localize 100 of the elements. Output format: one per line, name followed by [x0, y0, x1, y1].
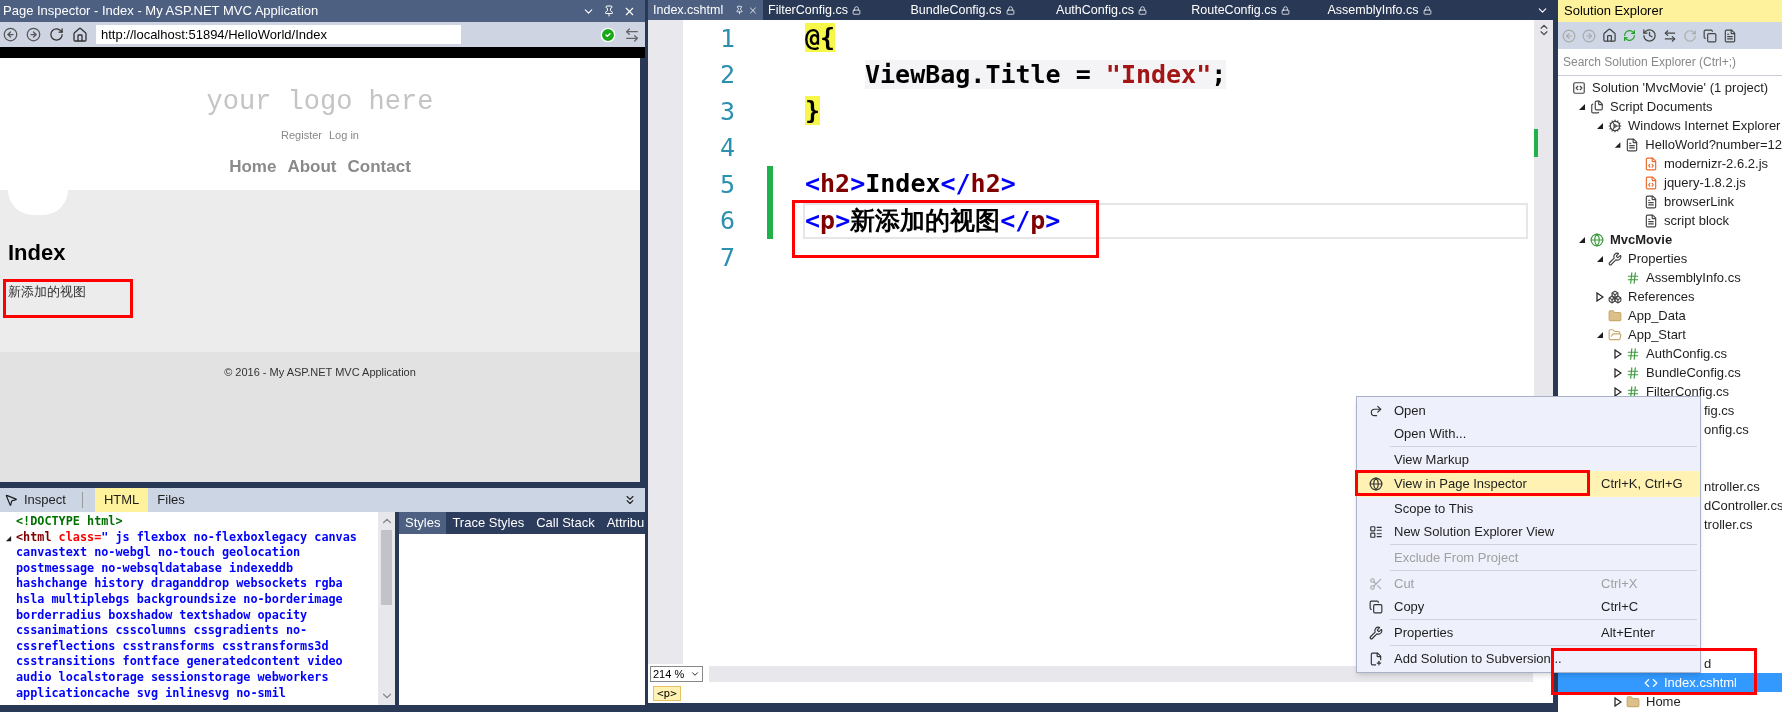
tree-item[interactable]: HelloWorld?number=12 [1558, 135, 1782, 154]
code-line: <p>新添加的视图</p> [805, 204, 1061, 237]
menu-item[interactable]: Open With... [1357, 422, 1700, 445]
expanded-arrow-icon[interactable] [1596, 254, 1604, 263]
tree-item[interactable]: Properties [1558, 249, 1782, 268]
document-icon [1644, 194, 1658, 209]
tree-item[interactable]: AuthConfig.cs [1558, 344, 1782, 363]
code-file-icon [1644, 156, 1658, 171]
blocks-icon [1608, 289, 1622, 304]
line-number: 4 [718, 132, 735, 164]
collapsed-arrow-icon[interactable] [1614, 696, 1622, 707]
expand-icon[interactable] [623, 493, 637, 507]
forward-icon[interactable] [26, 27, 41, 42]
code-line: canvastext no-webgl no-touch geolocation [16, 545, 301, 561]
tab[interactable]: HTML [94, 488, 149, 512]
lock-icon [1137, 5, 1147, 15]
tree-item[interactable]: BundleConfig.cs [1558, 363, 1782, 382]
home-icon[interactable] [72, 26, 88, 43]
tree-item[interactable]: MvcMovie [1558, 230, 1782, 249]
account-link[interactable]: Register [281, 127, 322, 144]
menu-item[interactable]: Scope to This [1357, 497, 1700, 520]
inspect-button[interactable]: Inspect [0, 490, 70, 510]
collapsed-arrow-icon[interactable] [1614, 348, 1622, 359]
caret-icon [690, 669, 700, 679]
account-link[interactable]: Log in [329, 127, 359, 144]
tree-item[interactable]: AssemblyInfo.cs [1558, 268, 1782, 287]
tree-item[interactable]: App_Data [1558, 306, 1782, 325]
swap-arrows-icon[interactable] [1663, 28, 1677, 43]
menu-item[interactable]: New Solution Explorer View [1357, 520, 1700, 543]
folder-icon [1608, 308, 1622, 323]
line-number: 5 [718, 168, 735, 201]
hash-icon [1626, 270, 1640, 285]
globe-icon [1590, 232, 1604, 247]
expanded-arrow-icon[interactable] [1578, 102, 1586, 111]
back-icon[interactable] [3, 27, 18, 42]
menu-item[interactable]: Open [1357, 399, 1700, 422]
line-number: 7 [718, 241, 735, 274]
tree-item[interactable]: FilterConfig.cs [1558, 382, 1782, 401]
check-icon[interactable] [600, 26, 616, 43]
tab[interactable]: Call Stack [530, 512, 601, 534]
tree-item[interactable]: Solution 'MvcMovie' (1 project) [1558, 78, 1782, 97]
code-line: postmessage no-websqldatabase indexeddb [16, 560, 293, 577]
hash-icon [1626, 346, 1640, 361]
files-icon [1590, 99, 1604, 114]
code-file-icon [1644, 175, 1658, 190]
tree-item[interactable]: jquery-1.8.2.js [1558, 173, 1782, 192]
tree-item[interactable]: App_Start [1558, 325, 1782, 344]
document-icon [1625, 137, 1640, 152]
tree-item[interactable]: Script Documents [1558, 97, 1782, 116]
collapsed-arrow-icon[interactable] [1614, 367, 1622, 378]
tree-item[interactable]: modernizr-2.6.2.js [1558, 154, 1782, 173]
list-window-icon [1368, 524, 1383, 539]
lock-icon [1005, 5, 1015, 15]
menu-item[interactable]: Copy Ctrl+C [1357, 595, 1700, 618]
tab[interactable]: Trace Styles [446, 512, 531, 534]
pin-icon[interactable] [735, 5, 745, 15]
expanded-arrow-icon[interactable] [1578, 235, 1586, 244]
panel-title: Page Inspector - Index - My ASP.NET MVC Application [3, 2, 320, 21]
collapsed-arrow-icon[interactable] [1614, 386, 1622, 397]
tree-item[interactable]: script block [1558, 211, 1782, 230]
tree-item[interactable]: References [1558, 287, 1782, 306]
lock-icon [851, 5, 861, 15]
tab[interactable]: Styles [399, 512, 447, 534]
logo-text: your logo here [206, 86, 434, 118]
collapsed-arrow-icon[interactable] [1596, 291, 1604, 302]
file-tab[interactable]: FilterConfig.cs [763, 0, 893, 20]
history-icon[interactable] [1642, 28, 1657, 43]
file-tab[interactable]: AuthConfig.cs [1032, 0, 1171, 20]
code-line: <!DOCTYPE html> [16, 514, 123, 530]
scrollbar[interactable] [378, 512, 395, 705]
menu-item[interactable]: Properties Alt+Enter [1357, 621, 1700, 644]
lock-icon [1422, 5, 1432, 15]
tab[interactable]: Attribu [600, 512, 645, 534]
zoom-dropdown[interactable]: 214 % [650, 666, 703, 682]
tab[interactable]: Files [148, 488, 194, 512]
expanded-arrow-icon[interactable] [1596, 121, 1604, 130]
code-line: hsla multiplebgs backgroundsize no-borderimage [16, 591, 343, 608]
file-tab[interactable]: RouteConfig.cs [1171, 0, 1310, 20]
lock-icon [1280, 5, 1290, 15]
code-line: ViewBag.Title = "Index"; [865, 58, 1227, 91]
file-tab[interactable]: Index.cshtml [648, 0, 763, 20]
expanded-arrow-icon[interactable] [4, 534, 12, 542]
close-icon[interactable] [748, 4, 758, 16]
tree-item[interactable]: Home [1558, 692, 1782, 711]
tag-breadcrumb[interactable]: <p> [653, 686, 681, 701]
address-field[interactable]: http://localhost:51894/HelloWorld/Index [96, 25, 461, 44]
refresh-icon[interactable] [49, 27, 64, 42]
expanded-arrow-icon[interactable] [1596, 330, 1604, 339]
wrench-icon [1368, 625, 1383, 640]
home-icon[interactable] [1602, 28, 1617, 43]
code-line: <h2>Index</h2> [805, 168, 1016, 201]
expanded-arrow-icon[interactable] [1614, 140, 1622, 149]
file-tab[interactable]: BundleConfig.cs [893, 0, 1032, 20]
tree-item[interactable]: Windows Internet Explorer [1558, 116, 1782, 135]
swap-arrows-icon[interactable] [624, 26, 640, 43]
code-line: cssreflections csstransforms csstransforms3d [16, 638, 329, 655]
file-tab[interactable]: AssemblyInfo.cs [1310, 0, 1449, 20]
pin-icon[interactable] [603, 5, 615, 17]
tree-item[interactable]: browserLink [1558, 192, 1782, 211]
menu-item[interactable]: View Markup [1357, 448, 1700, 471]
